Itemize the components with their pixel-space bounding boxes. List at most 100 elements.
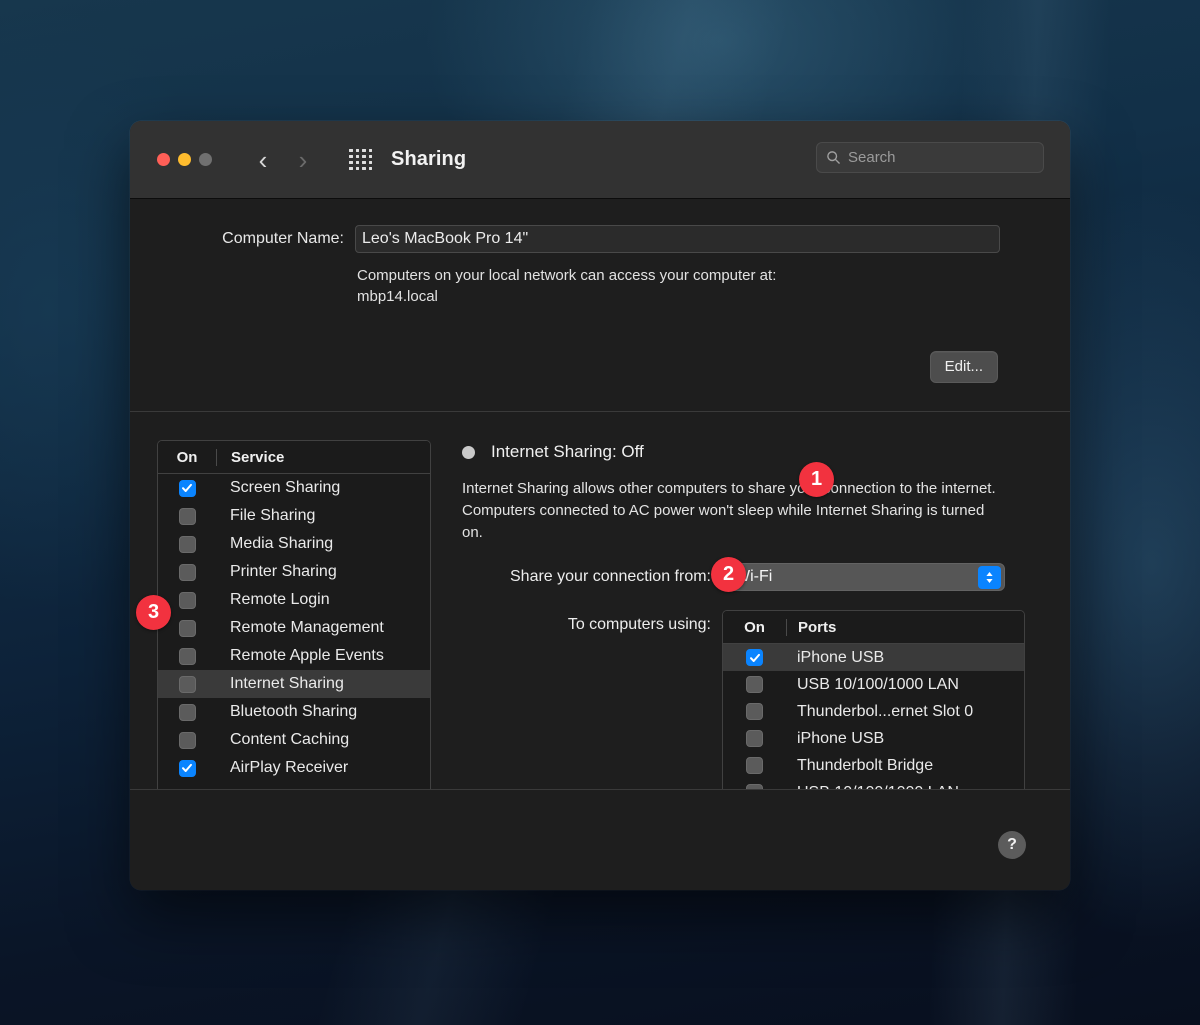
ports-table: On Ports iPhone USB USB 10/100/1000 LAN Th… — [722, 610, 1025, 807]
nav-buttons: ‹ › — [248, 141, 318, 179]
section-divider-bottom — [130, 789, 1070, 790]
ports-header-on: On — [723, 619, 786, 636]
table-row[interactable]: Internet Sharing — [158, 670, 430, 698]
table-row[interactable]: iPhone USB — [723, 725, 1024, 752]
to-computers-label: To computers using: — [462, 610, 722, 634]
service-label: Bluetooth Sharing — [216, 703, 357, 721]
grid-dots-icon[interactable] — [348, 147, 374, 173]
table-row[interactable]: Remote Apple Events — [158, 642, 430, 670]
computer-name-hint: Computers on your local network can acce… — [355, 265, 915, 308]
table-row[interactable]: Bluetooth Sharing — [158, 698, 430, 726]
help-button[interactable]: ? — [998, 831, 1026, 859]
callout-badge-1: 1 — [799, 462, 834, 497]
service-checkbox-cell[interactable] — [158, 732, 216, 749]
checkbox-unchecked-icon[interactable] — [179, 536, 196, 553]
internet-sharing-status: Internet Sharing: Off — [462, 442, 1047, 462]
table-row[interactable]: File Sharing — [158, 502, 430, 530]
computer-name-input[interactable]: Leo's MacBook Pro 14" — [355, 225, 1000, 253]
port-label: USB 10/100/1000 LAN — [786, 676, 959, 694]
checkbox-unchecked-icon[interactable] — [746, 730, 763, 747]
service-label: Printer Sharing — [216, 563, 337, 581]
service-checkbox-cell[interactable] — [158, 704, 216, 721]
checkbox-unchecked-icon[interactable] — [179, 648, 196, 665]
search-placeholder: Search — [848, 149, 896, 166]
hint-line-2: mbp14.local — [357, 286, 915, 307]
service-checkbox-cell[interactable] — [158, 536, 216, 553]
port-checkbox-cell[interactable] — [723, 730, 786, 747]
window-footer: ? — [130, 789, 1070, 890]
table-row[interactable]: Thunderbolt Bridge — [723, 752, 1024, 779]
service-label: Content Caching — [216, 731, 349, 749]
service-label: AirPlay Receiver — [216, 759, 348, 777]
table-row[interactable]: Remote Login — [158, 586, 430, 614]
callout-badge-3: 3 — [136, 595, 171, 630]
checkbox-unchecked-icon[interactable] — [179, 508, 196, 525]
checkbox-unchecked-icon[interactable] — [179, 676, 196, 693]
service-label: Remote Login — [216, 591, 330, 609]
zoom-button[interactable] — [199, 153, 212, 166]
service-label: Screen Sharing — [216, 479, 340, 497]
checkbox-unchecked-icon[interactable] — [179, 592, 196, 609]
table-row[interactable]: Media Sharing — [158, 530, 430, 558]
table-row[interactable]: Remote Management — [158, 614, 430, 642]
forward-chevron-icon[interactable]: › — [288, 141, 318, 179]
share-from-row: Share your connection from: Wi-Fi — [462, 563, 1047, 591]
computer-name-label: Computer Name: — [130, 230, 355, 248]
table-row[interactable]: Printer Sharing — [158, 558, 430, 586]
status-indicator-dot — [462, 446, 475, 459]
search-field[interactable]: Search — [816, 142, 1044, 173]
ports-table-header: On Ports — [723, 611, 1024, 644]
share-from-popup[interactable]: Wi-Fi — [722, 563, 1005, 591]
service-checkbox-cell[interactable] — [158, 648, 216, 665]
service-checkbox-cell[interactable] — [158, 564, 216, 581]
ports-rows: iPhone USB USB 10/100/1000 LAN Thunderbol.… — [723, 644, 1024, 806]
checkbox-unchecked-icon[interactable] — [179, 704, 196, 721]
window-content: Computer Name: Leo's MacBook Pro 14" Com… — [130, 199, 1070, 890]
services-table: On Service Screen Sharing File Sharing Med… — [157, 440, 431, 840]
page-title: Sharing — [391, 148, 466, 171]
port-checkbox-cell[interactable] — [723, 676, 786, 693]
checkbox-unchecked-icon[interactable] — [179, 620, 196, 637]
ports-header-ports: Ports — [787, 619, 836, 636]
window-titlebar: ‹ › Sharing Search — [130, 121, 1070, 199]
sharing-preferences-window: ‹ › Sharing Search Computer Name: Leo's … — [130, 121, 1070, 890]
port-label: Thunderbol...ernet Slot 0 — [786, 703, 973, 721]
checkbox-unchecked-icon[interactable] — [746, 703, 763, 720]
checkbox-unchecked-icon[interactable] — [179, 564, 196, 581]
table-row[interactable]: Screen Sharing — [158, 474, 430, 502]
service-label: Remote Management — [216, 619, 384, 637]
minimize-button[interactable] — [178, 153, 191, 166]
service-checkbox-cell[interactable] — [158, 480, 216, 497]
table-row[interactable]: Thunderbol...ernet Slot 0 — [723, 698, 1024, 725]
checkbox-checked-icon[interactable] — [179, 480, 196, 497]
traffic-lights — [157, 153, 212, 166]
services-header-on: On — [158, 449, 216, 466]
port-checkbox-cell[interactable] — [723, 649, 786, 666]
service-label: File Sharing — [216, 507, 315, 525]
hint-line-1: Computers on your local network can acce… — [357, 265, 915, 286]
back-chevron-icon[interactable]: ‹ — [248, 141, 278, 179]
to-computers-row: To computers using: On Ports iPhone USB U… — [462, 610, 1047, 807]
status-badge: Internet Sharing: Off — [491, 442, 644, 462]
port-label: iPhone USB — [786, 730, 884, 748]
service-label: Media Sharing — [216, 535, 333, 553]
edit-button[interactable]: Edit... — [930, 351, 998, 383]
services-table-header: On Service — [158, 441, 430, 474]
services-header-service: Service — [217, 449, 284, 466]
table-row[interactable]: USB 10/100/1000 LAN — [723, 671, 1024, 698]
table-row[interactable]: iPhone USB — [723, 644, 1024, 671]
checkbox-checked-icon[interactable] — [179, 760, 196, 777]
service-checkbox-cell[interactable] — [158, 676, 216, 693]
close-button[interactable] — [157, 153, 170, 166]
table-row[interactable]: Content Caching — [158, 726, 430, 754]
checkbox-unchecked-icon[interactable] — [746, 676, 763, 693]
service-checkbox-cell[interactable] — [158, 508, 216, 525]
service-checkbox-cell[interactable] — [158, 760, 216, 777]
checkbox-checked-icon[interactable] — [746, 649, 763, 666]
checkbox-unchecked-icon[interactable] — [746, 757, 763, 774]
table-row[interactable]: AirPlay Receiver — [158, 754, 430, 782]
port-checkbox-cell[interactable] — [723, 703, 786, 720]
checkbox-unchecked-icon[interactable] — [179, 732, 196, 749]
port-label: iPhone USB — [786, 649, 884, 667]
port-checkbox-cell[interactable] — [723, 757, 786, 774]
